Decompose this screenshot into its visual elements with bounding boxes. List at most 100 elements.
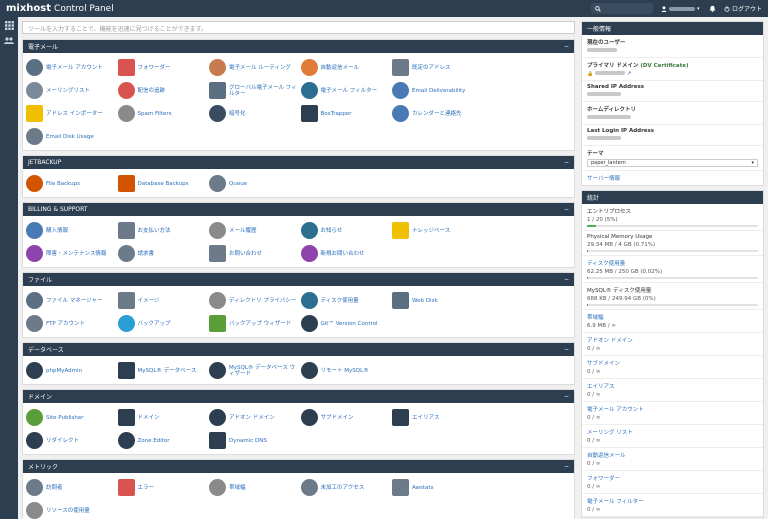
tool-item[interactable]: MySQL® データベース (117, 359, 210, 382)
collapse-icon[interactable]: − (564, 393, 569, 400)
tool-item[interactable]: Awstats (392, 476, 484, 499)
tool-item[interactable]: Dynamic DNS (209, 429, 301, 452)
tool-item[interactable]: ナレッジベース (392, 219, 484, 242)
collapse-icon[interactable]: − (564, 346, 569, 353)
tool-item[interactable]: 自動返信メール (300, 56, 393, 79)
users-icon[interactable] (0, 33, 18, 49)
tool-item[interactable]: 購入情報 (26, 219, 118, 242)
stat-row[interactable]: 電子メール アカウント 0 / ∞ (582, 402, 763, 425)
tool-item[interactable]: アドレス インポーター (26, 102, 118, 125)
tool-search-input[interactable]: ツールを入力することで、機能を迅速に見つけることができます。 (22, 21, 575, 34)
tool-item[interactable]: FTP アカウント (26, 312, 118, 335)
stat-label[interactable]: フォワーダー (587, 474, 758, 482)
tool-item[interactable]: 電子メール フィルター (300, 79, 393, 102)
stat-row[interactable]: メーリング リスト 0 / ∞ (582, 425, 763, 448)
server-info-link[interactable]: サーバー情報 (587, 176, 620, 182)
stat-label[interactable]: 自動返信メール (587, 451, 758, 459)
logout-button[interactable]: ログアウト (724, 4, 762, 13)
section-header[interactable]: ドメイン − (23, 390, 574, 403)
tool-item[interactable]: イメージ (117, 289, 210, 312)
theme-select[interactable]: paper_lantern ▾ (587, 159, 758, 167)
section-header[interactable]: メトリック − (23, 460, 574, 473)
tool-item[interactable]: 未加工のアクセス (300, 476, 393, 499)
tool-item[interactable]: メール履歴 (209, 219, 301, 242)
tool-item[interactable]: リダイレクト (26, 429, 118, 452)
tool-item[interactable]: アドオン ドメイン (209, 406, 301, 429)
tool-item[interactable]: BoxTrapper (300, 102, 393, 125)
stat-row[interactable]: フォワーダー 0 / ∞ (582, 471, 763, 494)
tool-item[interactable]: ドメイン (117, 406, 210, 429)
bell-icon[interactable] (709, 5, 716, 12)
stat-label[interactable]: アドオン ドメイン (587, 336, 758, 344)
tool-item[interactable]: リソースの使用量 (26, 499, 118, 519)
collapse-icon[interactable]: − (564, 159, 569, 166)
logo[interactable]: mixhost Control Panel (6, 3, 114, 14)
section-header[interactable]: データベース − (23, 343, 574, 356)
tool-item[interactable]: 新規お問い合わせ (300, 242, 393, 265)
tool-item[interactable]: カレンダーと連絡先 (392, 102, 484, 125)
stat-label[interactable]: ディスク使用量 (587, 259, 758, 267)
section-header[interactable]: BILLING & SUPPORT − (23, 203, 574, 216)
stat-row[interactable]: サブドメイン 0 / ∞ (582, 356, 763, 379)
collapse-icon[interactable]: − (564, 43, 569, 50)
stat-label[interactable]: 帯域幅 (587, 313, 758, 321)
tool-item[interactable]: Queue (209, 172, 301, 195)
stat-label[interactable]: 電子メール アカウント (587, 405, 758, 413)
tool-item[interactable]: エイリアス (392, 406, 484, 429)
stat-label[interactable]: エイリアス (587, 382, 758, 390)
tool-item[interactable]: 訪問者 (26, 476, 118, 499)
stat-row[interactable]: 帯域幅 6.9 MB / ∞ (582, 310, 763, 333)
tool-item[interactable]: Git™ Version Control (300, 312, 393, 335)
tool-item[interactable]: Web Disk (392, 289, 484, 312)
tool-item[interactable]: メーリングリスト (26, 79, 118, 102)
tool-item[interactable]: お知らせ (300, 219, 393, 242)
stat-label[interactable]: メーリング リスト (587, 428, 758, 436)
tool-item[interactable]: File Backups (26, 172, 118, 195)
tool-item[interactable]: お問い合わせ (209, 242, 301, 265)
section-header[interactable]: JETBACKUP − (23, 156, 574, 169)
tool-item[interactable]: ファイル マネージャー (26, 289, 118, 312)
collapse-icon[interactable]: − (564, 206, 569, 213)
tool-item[interactable]: サブドメイン (300, 406, 393, 429)
tool-item[interactable]: リモート MySQL® (300, 359, 393, 382)
external-link-icon[interactable]: ↗ (627, 71, 632, 77)
tool-item[interactable]: Email Disk Usage (26, 125, 118, 148)
user-menu[interactable]: ▾ (661, 4, 701, 13)
stat-row[interactable]: 電子メール フィルター 0 / ∞ (582, 494, 763, 517)
section-header[interactable]: 電子メール − (23, 40, 574, 53)
collapse-icon[interactable]: − (564, 276, 569, 283)
tool-item[interactable]: MySQL® データベース ウィザード (209, 359, 301, 382)
stat-row[interactable]: ディスク使用量 62.25 MB / 250 GB (0.02%) (582, 256, 763, 283)
tool-item[interactable]: フォワーダー (117, 56, 210, 79)
tool-item[interactable]: 既定のアドレス (392, 56, 484, 79)
tool-item[interactable]: お支払い方法 (117, 219, 210, 242)
tool-item[interactable]: 暗号化 (209, 102, 301, 125)
tool-item[interactable]: 請求書 (117, 242, 210, 265)
stat-row[interactable]: エイリアス 0 / ∞ (582, 379, 763, 402)
stat-row[interactable]: アドオン ドメイン 0 / ∞ (582, 333, 763, 356)
stat-row[interactable]: 自動返信メール 0 / ∞ (582, 448, 763, 471)
tool-item[interactable]: Spam Filters (117, 102, 210, 125)
tool-item[interactable]: バックアップ ウィザード (209, 312, 301, 335)
tool-item[interactable]: 障害・メンテナンス情報 (26, 242, 118, 265)
tool-item[interactable]: ディレクトリ プライバシー (209, 289, 301, 312)
tool-item[interactable]: phpMyAdmin (26, 359, 118, 382)
tool-item[interactable]: 帯域幅 (209, 476, 301, 499)
tool-item[interactable]: Zone Editor (117, 429, 210, 452)
stat-label[interactable]: サブドメイン (587, 359, 758, 367)
tool-item[interactable]: エラー (117, 476, 210, 499)
tool-item[interactable]: 電子メール ルーティング (209, 56, 301, 79)
tool-item[interactable]: 配信の追跡 (117, 79, 210, 102)
tool-item[interactable]: Site Publisher (26, 406, 118, 429)
tool-item[interactable]: バックアップ (117, 312, 210, 335)
tool-item[interactable]: Database Backups (117, 172, 210, 195)
tool-item[interactable]: Email Deliverability (392, 79, 484, 102)
collapse-icon[interactable]: − (564, 463, 569, 470)
tool-item[interactable]: グローバル電子メール フィルター (209, 79, 301, 102)
tool-item[interactable]: 電子メール アカウント (26, 56, 118, 79)
tool-item[interactable]: ディスク使用量 (300, 289, 393, 312)
stat-label[interactable]: 電子メール フィルター (587, 497, 758, 505)
top-search-box[interactable] (590, 3, 653, 14)
section-header[interactable]: ファイル − (23, 273, 574, 286)
grid-icon[interactable] (0, 17, 18, 33)
